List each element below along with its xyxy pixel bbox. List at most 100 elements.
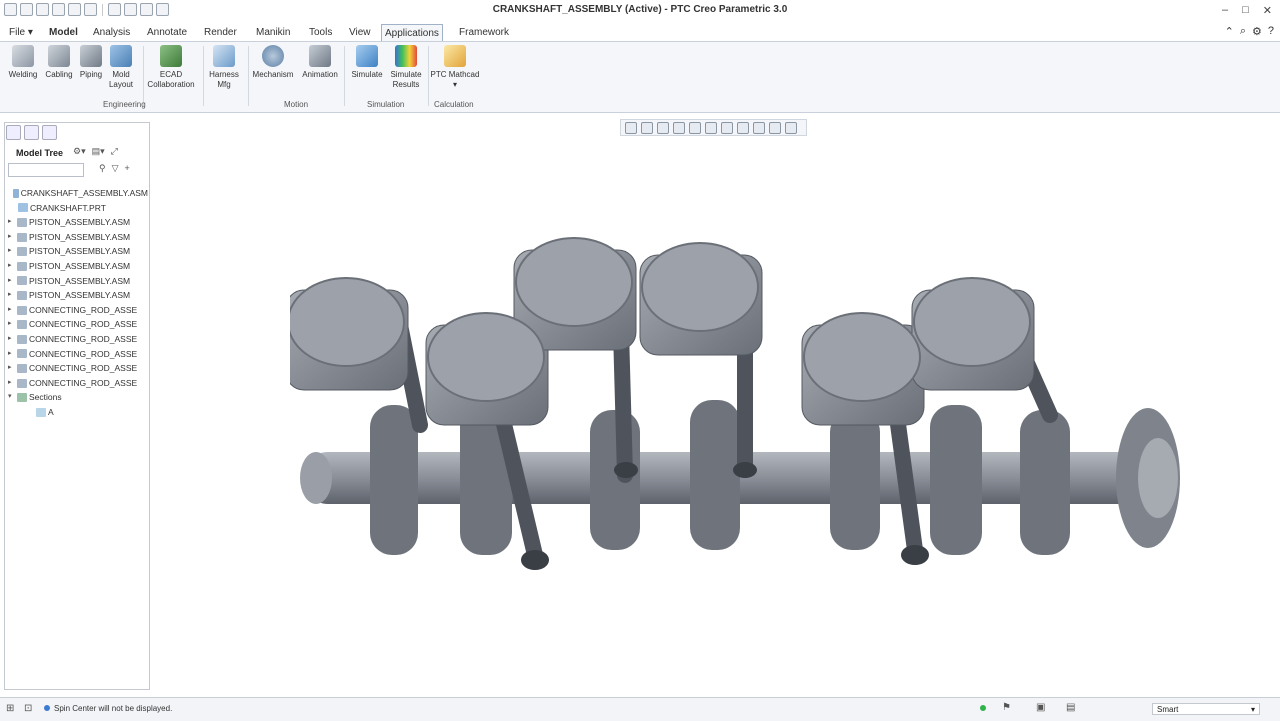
part-icon bbox=[18, 203, 28, 213]
tab-framework[interactable]: Framework bbox=[456, 26, 512, 40]
tree-item-rod-2[interactable]: ▸ CONNECTING_ROD_ASSE bbox=[8, 317, 148, 332]
refit-icon[interactable] bbox=[625, 121, 637, 134]
minimize-icon[interactable]: – bbox=[1222, 4, 1228, 17]
model-tree-tab-icon[interactable] bbox=[6, 125, 21, 140]
favorites-tab-icon[interactable] bbox=[42, 125, 57, 140]
show-browser-icon[interactable]: ⊡ bbox=[24, 703, 32, 714]
piping-icon bbox=[80, 45, 102, 67]
tree-item-rod-1[interactable]: ▸ CONNECTING_ROD_ASSE bbox=[8, 303, 148, 318]
selection-filter-icon[interactable]: ▤ bbox=[1066, 702, 1075, 713]
tree-expand-icon[interactable]: ⤢ bbox=[111, 146, 118, 157]
tree-item-piston-2[interactable]: ▸ PISTON_ASSEMBLY.ASM bbox=[8, 230, 148, 245]
tree-item-rod-3[interactable]: ▸ CONNECTING_ROD_ASSE bbox=[8, 332, 148, 347]
status-bar: ⊞ ⊡ Spin Center will not be displayed. ⚑… bbox=[0, 697, 1280, 721]
zoom-in-icon[interactable] bbox=[641, 121, 653, 134]
simulate-icon bbox=[356, 45, 378, 67]
group-label-engineering: Engineering bbox=[103, 100, 146, 109]
maximize-icon[interactable]: □ bbox=[1242, 4, 1249, 17]
window-controls: – □ ✕ bbox=[1222, 4, 1272, 17]
tree-item-piston-6[interactable]: ▸ PISTON_ASSEMBLY.ASM bbox=[8, 288, 148, 303]
mold-layout-button[interactable]: Mold Layout bbox=[104, 45, 138, 90]
model-tree: CRANKSHAFT_ASSEMBLY.ASM CRANKSHAFT.PRT ▸… bbox=[8, 186, 148, 420]
graphics-toolbar bbox=[620, 119, 807, 136]
flag-icon[interactable]: ⚑ bbox=[1002, 702, 1011, 713]
repaint-icon[interactable] bbox=[673, 121, 685, 134]
tree-item-sections[interactable]: ▾ Sections bbox=[8, 390, 148, 405]
harness-mfg-icon bbox=[213, 45, 235, 67]
simulate-results-button[interactable]: Simulate Results bbox=[386, 45, 426, 90]
tree-item-rod-4[interactable]: ▸ CONNECTING_ROD_ASSE bbox=[8, 347, 148, 362]
find-icon[interactable]: ⚲ bbox=[99, 163, 106, 174]
message-info-icon bbox=[44, 705, 50, 711]
tab-model[interactable]: Model bbox=[46, 26, 81, 40]
tab-tools[interactable]: Tools bbox=[306, 26, 335, 40]
subassembly-icon bbox=[17, 290, 27, 300]
tab-annotate[interactable]: Annotate bbox=[144, 26, 190, 40]
show-navigator-icon[interactable]: ⊞ bbox=[6, 703, 14, 714]
group-label-motion: Motion bbox=[284, 100, 309, 109]
tree-item-root[interactable]: CRANKSHAFT_ASSEMBLY.ASM bbox=[8, 186, 148, 201]
tab-applications[interactable]: Applications bbox=[381, 24, 443, 42]
help-icons: ⌃ ⌕ ⚙ ? bbox=[1225, 25, 1274, 38]
mechanism-button[interactable]: Mechanism bbox=[250, 45, 296, 80]
tree-settings-icon[interactable]: ⚙▾ bbox=[73, 146, 86, 157]
datum-display-icon[interactable] bbox=[753, 121, 765, 134]
tree-item-piston-1[interactable]: ▸ PISTON_ASSEMBLY.ASM bbox=[8, 215, 148, 230]
add-icon[interactable]: + bbox=[125, 163, 130, 174]
tree-item-rod-6[interactable]: ▸ CONNECTING_ROD_ASSE bbox=[8, 376, 148, 391]
close-icon[interactable]: ✕ bbox=[1263, 4, 1272, 17]
welding-button[interactable]: Welding bbox=[6, 45, 40, 80]
ribbon-panel: Welding Cabling Piping Mold Layout ECAD … bbox=[0, 41, 1280, 113]
group-separator bbox=[428, 46, 429, 106]
subassembly-icon bbox=[17, 320, 27, 330]
annotation-display-icon[interactable] bbox=[769, 121, 781, 134]
simulate-button[interactable]: Simulate bbox=[346, 45, 388, 80]
folder-browser-tab-icon[interactable] bbox=[24, 125, 39, 140]
tree-item-piston-3[interactable]: ▸ PISTON_ASSEMBLY.ASM bbox=[8, 244, 148, 259]
search-icon[interactable]: ⌕ bbox=[1240, 25, 1246, 38]
perspective-icon[interactable] bbox=[737, 121, 749, 134]
sections-icon bbox=[17, 393, 27, 403]
tab-file[interactable]: File ▾ bbox=[6, 26, 36, 40]
tab-view[interactable]: View bbox=[346, 26, 374, 40]
tab-manikin[interactable]: Manikin bbox=[253, 26, 293, 40]
tree-item-rod-5[interactable]: ▸ CONNECTING_ROD_ASSE bbox=[8, 361, 148, 376]
help-icon[interactable]: ? bbox=[1268, 25, 1274, 38]
ptc-mathcad-button[interactable]: PTC Mathcad ▾ bbox=[430, 45, 480, 90]
animation-icon bbox=[309, 45, 331, 67]
animation-button[interactable]: Animation bbox=[298, 45, 342, 80]
subassembly-icon bbox=[17, 261, 27, 271]
ecad-collaboration-icon bbox=[160, 45, 182, 67]
welding-icon bbox=[12, 45, 34, 67]
mechanism-icon bbox=[262, 45, 284, 67]
status-message: Spin Center will not be displayed. bbox=[54, 704, 173, 713]
subassembly-icon bbox=[17, 363, 27, 373]
tree-item-piston-5[interactable]: ▸ PISTON_ASSEMBLY.ASM bbox=[8, 274, 148, 289]
filter-icon[interactable]: ▽ bbox=[112, 163, 119, 174]
display-style-icon[interactable] bbox=[689, 121, 701, 134]
tree-item-crankshaft[interactable]: CRANKSHAFT.PRT bbox=[8, 201, 148, 216]
subassembly-icon bbox=[17, 378, 27, 388]
minimize-ribbon-icon[interactable]: ⌃ bbox=[1225, 25, 1234, 38]
harness-mfg-button[interactable]: Harness Mfg bbox=[204, 45, 244, 90]
tab-analysis[interactable]: Analysis bbox=[90, 26, 133, 40]
piping-button[interactable]: Piping bbox=[76, 45, 106, 80]
cabling-button[interactable]: Cabling bbox=[42, 45, 76, 80]
ecad-collaboration-button[interactable]: ECAD Collaboration bbox=[144, 45, 198, 90]
subassembly-icon bbox=[17, 232, 27, 242]
tree-item-piston-4[interactable]: ▸ PISTON_ASSEMBLY.ASM bbox=[8, 259, 148, 274]
settings-icon[interactable]: ⚙ bbox=[1252, 25, 1262, 38]
view-manager-icon[interactable] bbox=[721, 121, 733, 134]
model-tree-header[interactable]: Model Tree bbox=[16, 148, 63, 158]
zoom-out-icon[interactable] bbox=[657, 121, 669, 134]
tree-item-section-a[interactable]: A bbox=[8, 405, 148, 420]
spin-center-icon[interactable] bbox=[785, 121, 797, 134]
fullscreen-icon[interactable]: ▣ bbox=[1036, 702, 1045, 713]
simulate-results-icon bbox=[395, 45, 417, 67]
tree-search-input[interactable] bbox=[8, 163, 84, 177]
crankshaft-3d-model[interactable] bbox=[290, 215, 1190, 615]
tab-render[interactable]: Render bbox=[201, 26, 240, 40]
saved-orientations-icon[interactable] bbox=[705, 121, 717, 134]
selection-filter-dropdown[interactable]: Smart ▾ bbox=[1152, 703, 1260, 715]
tree-filter-icon[interactable]: ▤▾ bbox=[92, 146, 105, 157]
